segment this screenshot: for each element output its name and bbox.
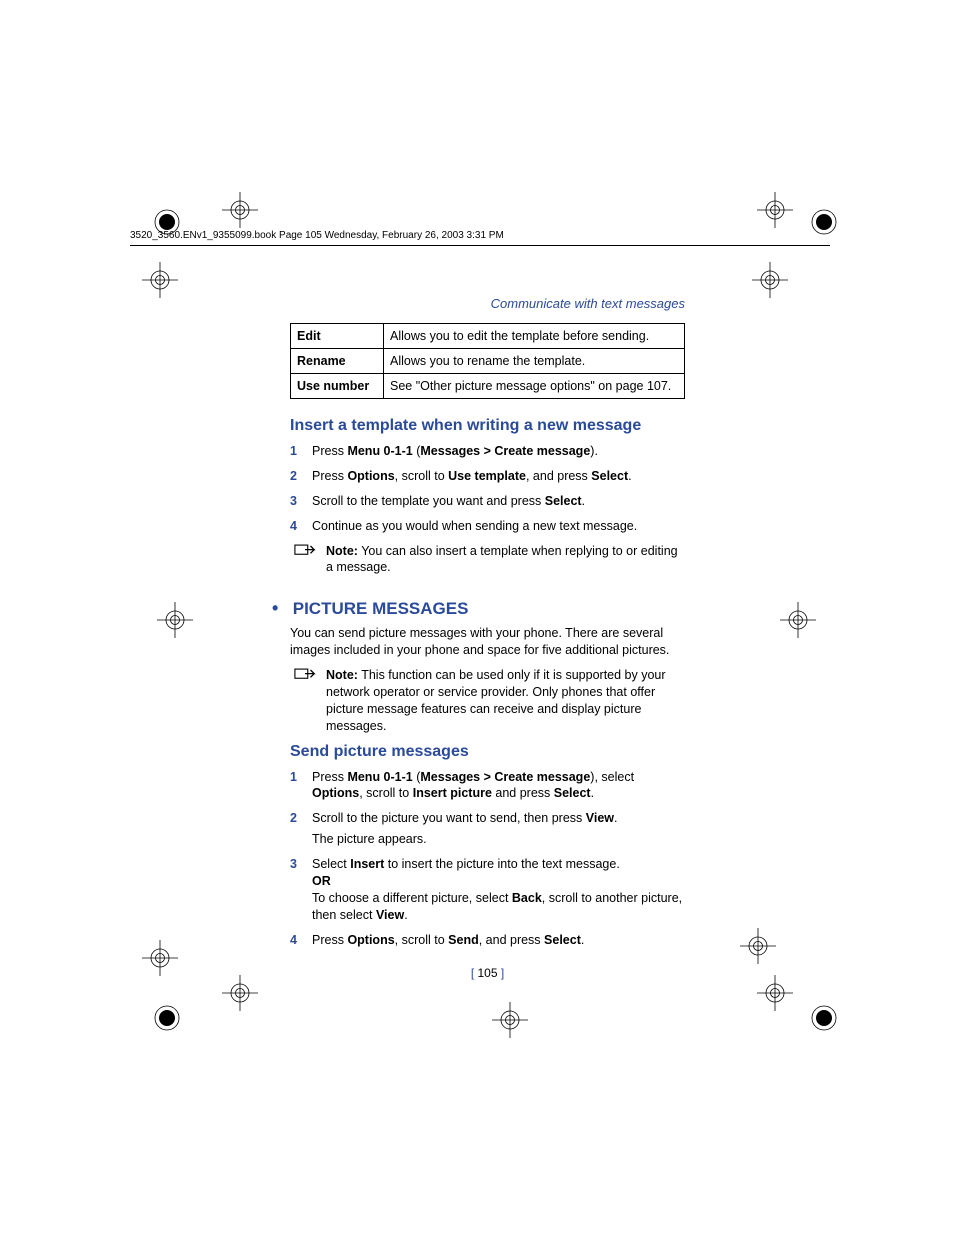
list-item: Press Options, scroll to Send, and press… bbox=[290, 932, 685, 949]
table-cell: Edit bbox=[291, 324, 384, 349]
note: Note: You can also insert a template whe… bbox=[294, 543, 685, 577]
page-header: 3520_3560.ENv1_9355099.book Page 105 Wed… bbox=[130, 230, 830, 246]
heading-insert-template: Insert a template when writing a new mes… bbox=[290, 417, 685, 435]
table-cell: Allows you to rename the template. bbox=[384, 349, 685, 374]
table-cell: See "Other picture message options" on p… bbox=[384, 374, 685, 399]
table-cell: Rename bbox=[291, 349, 384, 374]
page: 3520_3560.ENv1_9355099.book Page 105 Wed… bbox=[130, 140, 830, 1060]
note-icon bbox=[294, 544, 316, 562]
list-item: Scroll to the template you want and pres… bbox=[290, 493, 685, 510]
sub-paragraph: The picture appears. bbox=[312, 831, 685, 848]
steps-send-picture: Press Menu 0-1-1 (Messages > Create mess… bbox=[290, 769, 685, 949]
list-item: Continue as you would when sending a new… bbox=[290, 518, 685, 535]
table-row: Edit Allows you to edit the template bef… bbox=[291, 324, 685, 349]
steps-insert-template: Press Menu 0-1-1 (Messages > Create mess… bbox=[290, 443, 685, 535]
paragraph: You can send picture messages with your … bbox=[290, 625, 685, 659]
list-item: Press Options, scroll to Use template, a… bbox=[290, 468, 685, 485]
heading-send-picture: Send picture messages bbox=[290, 743, 685, 761]
list-item: Scroll to the picture you want to send, … bbox=[290, 810, 685, 848]
table-cell: Use number bbox=[291, 374, 384, 399]
list-item: Select Insert to insert the picture into… bbox=[290, 856, 685, 924]
list-item: Press Menu 0-1-1 (Messages > Create mess… bbox=[290, 443, 685, 460]
running-head: Communicate with text messages bbox=[290, 296, 685, 311]
page-number: [ 105 ] bbox=[290, 966, 685, 980]
table-cell: Allows you to edit the template before s… bbox=[384, 324, 685, 349]
note-text: Note: You can also insert a template whe… bbox=[326, 543, 685, 577]
note: Note: This function can be used only if … bbox=[294, 667, 685, 735]
options-table: Edit Allows you to edit the template bef… bbox=[290, 323, 685, 399]
heading-picture-messages: • PICTURE MESSAGES bbox=[272, 598, 685, 619]
table-row: Rename Allows you to rename the template… bbox=[291, 349, 685, 374]
list-item: Press Menu 0-1-1 (Messages > Create mess… bbox=[290, 769, 685, 803]
table-row: Use number See "Other picture message op… bbox=[291, 374, 685, 399]
note-icon bbox=[294, 668, 316, 686]
page-content: Communicate with text messages Edit Allo… bbox=[290, 296, 685, 980]
note-text: Note: This function can be used only if … bbox=[326, 667, 685, 735]
